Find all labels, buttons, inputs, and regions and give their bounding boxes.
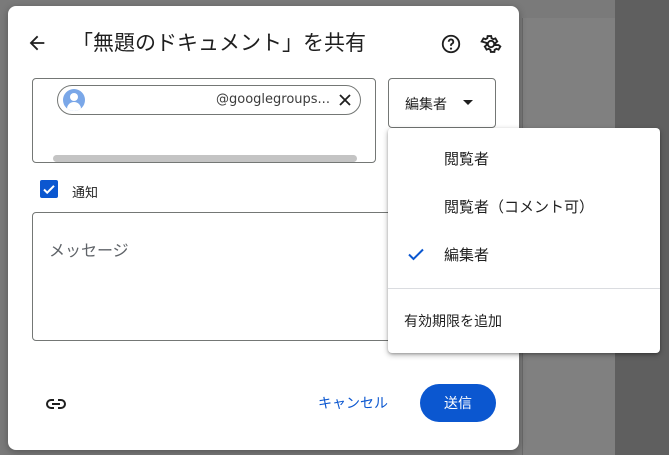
menu-item-add-expiry[interactable]: 有効期限を追加 <box>388 298 660 342</box>
menu-item-viewer[interactable]: 閲覧者 <box>388 134 660 182</box>
link-icon[interactable] <box>44 392 68 416</box>
notify-label: 通知 <box>72 186 99 201</box>
person-avatar-icon <box>63 89 85 111</box>
gear-icon[interactable] <box>480 33 502 55</box>
menu-item-commenter[interactable]: 閲覧者（コメント可） <box>388 182 660 230</box>
close-icon[interactable] <box>336 91 354 109</box>
help-icon[interactable] <box>440 33 462 55</box>
arrow-back-icon[interactable] <box>26 32 48 54</box>
menu-item-label: 閲覧者（コメント可） <box>444 197 595 216</box>
menu-item-editor[interactable]: 編集者 <box>388 230 660 278</box>
notify-checkbox[interactable] <box>40 180 58 198</box>
menu-divider <box>388 288 660 289</box>
menu-item-label: 編集者 <box>444 245 490 264</box>
people-input[interactable]: @googlegroups... <box>32 78 376 163</box>
menu-item-label: 有効期限を追加 <box>404 314 502 330</box>
horizontal-scrollbar[interactable] <box>53 155 357 162</box>
message-placeholder: メッセージ <box>49 241 129 260</box>
dialog-title: 「無題のドキュメント」を共有 <box>72 31 366 55</box>
check-icon <box>406 244 426 264</box>
cancel-button[interactable]: キャンセル <box>310 384 396 422</box>
recipient-email: @googlegroups... <box>216 92 330 107</box>
role-selected-label: 編集者 <box>405 97 447 113</box>
menu-item-label: 閲覧者 <box>444 149 490 168</box>
role-dropdown-menu: 閲覧者 閲覧者（コメント可） 編集者 有効期限を追加 <box>388 128 660 353</box>
recipient-chip[interactable]: @googlegroups... <box>57 85 361 115</box>
caret-down-icon <box>463 100 473 105</box>
role-select[interactable]: 編集者 <box>388 78 496 128</box>
send-button[interactable]: 送信 <box>420 384 496 422</box>
